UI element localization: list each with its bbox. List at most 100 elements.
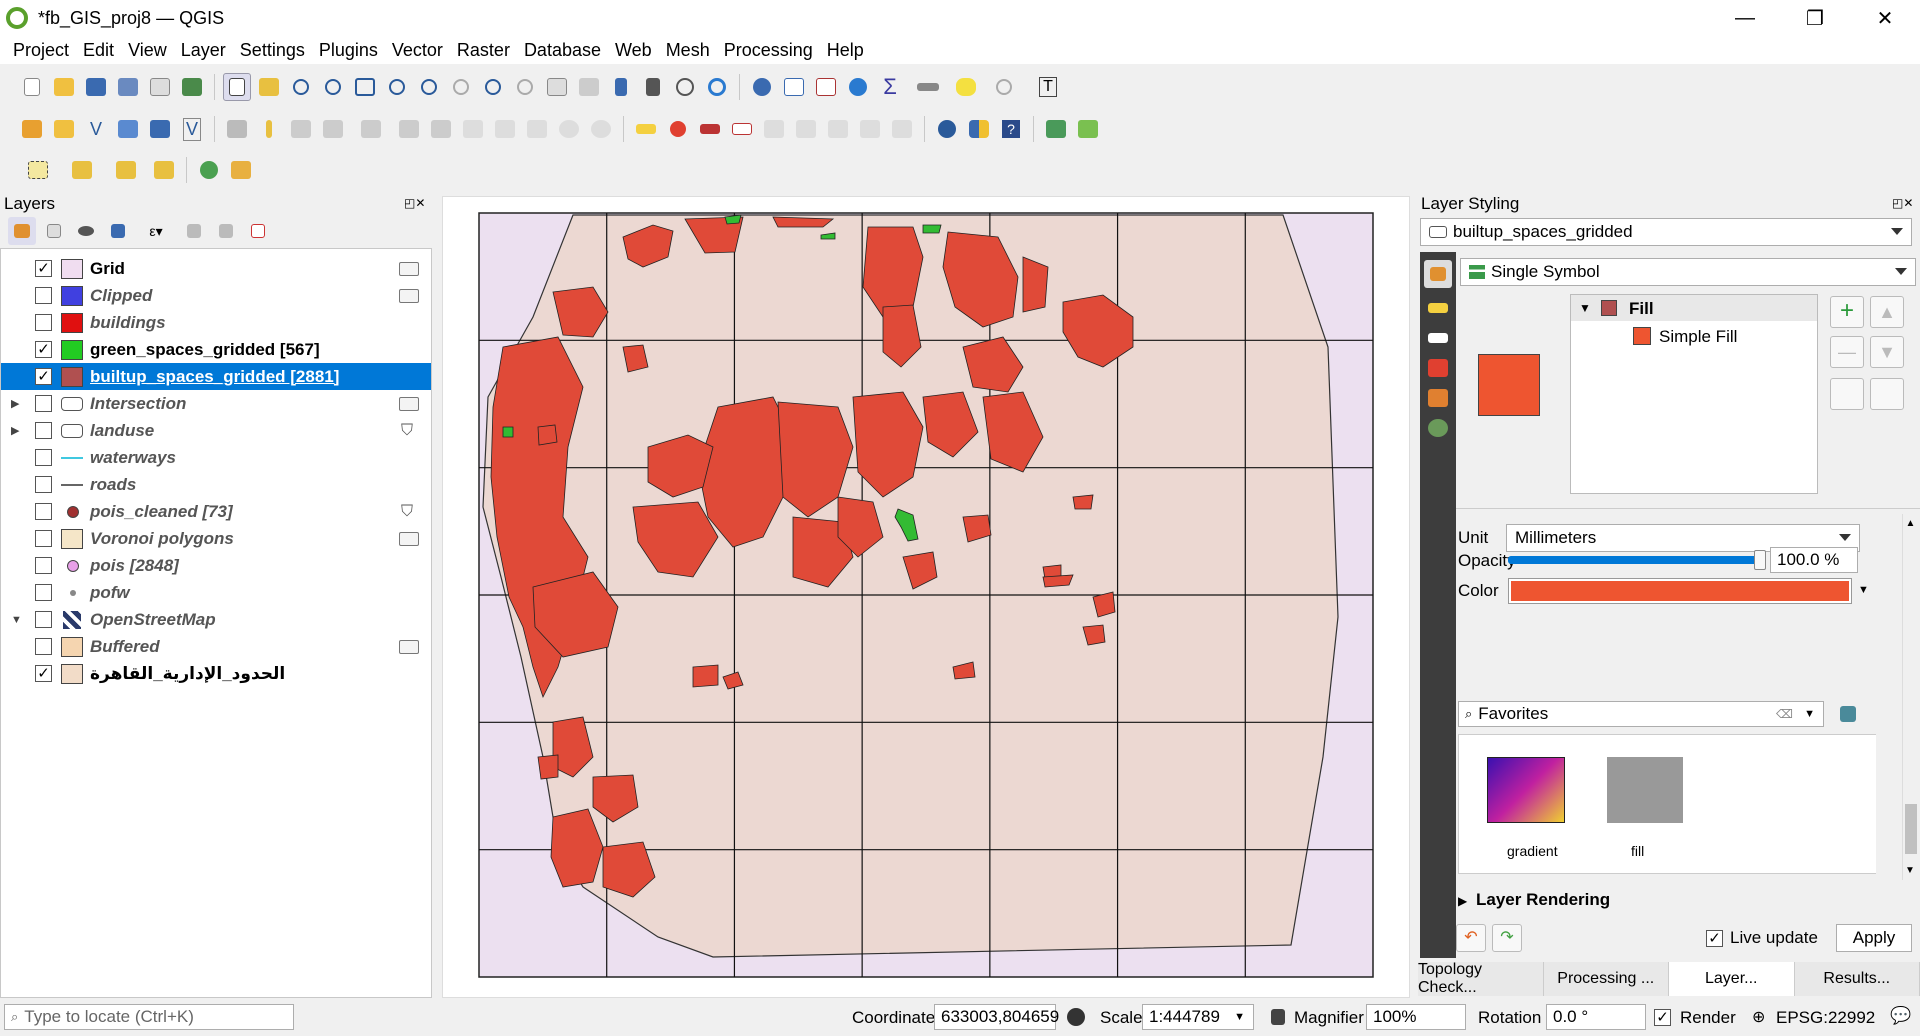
- paste-features-icon[interactable]: [523, 115, 551, 143]
- move-up-icon[interactable]: ▲: [1870, 296, 1904, 328]
- identify-features-icon[interactable]: [748, 73, 776, 101]
- layer-rendering-expand-icon[interactable]: ▶: [1458, 894, 1467, 908]
- refresh-icon[interactable]: [703, 73, 731, 101]
- help-icon[interactable]: ?: [997, 115, 1025, 143]
- style-panel-icon[interactable]: [8, 217, 36, 245]
- lock-scale-icon[interactable]: [1264, 1003, 1292, 1031]
- locator-icon[interactable]: [195, 156, 223, 184]
- topology-checker-icon[interactable]: [1042, 115, 1070, 143]
- layer-item[interactable]: pois_cleaned [73] ⛉: [1, 498, 431, 525]
- layer-item[interactable]: Clipped: [1, 282, 431, 309]
- add-group-icon[interactable]: [40, 217, 68, 245]
- new-shapefile-icon[interactable]: V: [82, 115, 110, 143]
- menu-vector[interactable]: Vector: [392, 40, 443, 61]
- 3d-view-tab-icon[interactable]: [1424, 354, 1452, 382]
- layer-visibility-checkbox[interactable]: [35, 503, 52, 520]
- layer-item[interactable]: pofw: [1, 579, 431, 606]
- diagram-icon[interactable]: [664, 115, 692, 143]
- layer-visibility-checkbox[interactable]: ✓: [35, 341, 52, 358]
- live-update-checkbox[interactable]: ✓: [1706, 930, 1723, 947]
- layer-item[interactable]: ▼ OpenStreetMap: [1, 606, 431, 633]
- render-checkbox[interactable]: ✓: [1654, 1009, 1671, 1026]
- delete-selected-icon[interactable]: [427, 115, 455, 143]
- save-project-icon[interactable]: [82, 73, 110, 101]
- manage-themes-icon[interactable]: [72, 217, 100, 245]
- labels-tab-icon[interactable]: [1424, 294, 1452, 322]
- redo-style-icon[interactable]: ↷: [1492, 924, 1522, 952]
- expand-arrow-icon[interactable]: ▶: [11, 424, 19, 437]
- move-down-icon[interactable]: ▼: [1870, 336, 1904, 368]
- layer-combo[interactable]: builtup_spaces_gridded: [1420, 218, 1912, 246]
- data-source-manager-icon[interactable]: [18, 115, 46, 143]
- magnifier-spinbox[interactable]: 100%: [1366, 1004, 1466, 1030]
- crs-label[interactable]: EPSG:22992: [1776, 1008, 1875, 1028]
- current-edits-icon[interactable]: [223, 115, 251, 143]
- layer-visibility-checkbox[interactable]: [35, 638, 52, 655]
- expand-arrow-icon[interactable]: ▶: [11, 397, 19, 410]
- add-feature-icon[interactable]: [319, 115, 347, 143]
- vertex-tool-icon[interactable]: [351, 115, 391, 143]
- lock-layer-icon[interactable]: [1870, 378, 1904, 410]
- apply-button[interactable]: Apply: [1836, 924, 1912, 952]
- menu-processing[interactable]: Processing: [724, 40, 813, 61]
- show-bookmarks-icon[interactable]: [639, 73, 667, 101]
- color-dropdown-icon[interactable]: ▼: [1858, 584, 1869, 596]
- undo-style-icon[interactable]: ↶: [1456, 924, 1486, 952]
- tree-simple-fill-label[interactable]: Simple Fill: [1659, 327, 1737, 347]
- remove-symbol-layer-icon[interactable]: —: [1830, 336, 1864, 368]
- tab-topology-checker[interactable]: Topology Check...: [1418, 961, 1544, 996]
- label-icon[interactable]: [632, 115, 660, 143]
- label-props-icon[interactable]: [856, 115, 884, 143]
- embedded-layer-icon[interactable]: [399, 261, 419, 276]
- tree-collapse-icon[interactable]: ▼: [1579, 301, 1591, 315]
- menu-raster[interactable]: Raster: [457, 40, 510, 61]
- scale-combo[interactable]: 1:444789 ▼: [1142, 1004, 1254, 1030]
- color-button[interactable]: [1508, 578, 1852, 604]
- pin-labels-icon[interactable]: [696, 115, 724, 143]
- zoom-next-icon[interactable]: [511, 73, 539, 101]
- layer-visibility-checkbox[interactable]: [35, 557, 52, 574]
- select-features-icon[interactable]: [18, 156, 58, 184]
- layer-item[interactable]: ✓ الحدود_الإدارية_القاهرة: [1, 660, 431, 687]
- filter-icon[interactable]: ⛉: [401, 422, 413, 440]
- layer-visibility-checkbox[interactable]: [35, 530, 52, 547]
- duplicate-layer-icon[interactable]: [1830, 378, 1864, 410]
- renderer-combo[interactable]: Single Symbol: [1460, 258, 1916, 286]
- opacity-slider[interactable]: [1508, 550, 1766, 570]
- zoom-layer-icon[interactable]: [415, 73, 443, 101]
- move-label-icon[interactable]: [760, 115, 788, 143]
- collapse-all-icon[interactable]: [212, 217, 240, 245]
- toggle-editing-icon[interactable]: [255, 115, 283, 143]
- remove-layer-icon[interactable]: [244, 217, 272, 245]
- save-as-icon[interactable]: [114, 73, 142, 101]
- map-tips-icon[interactable]: [952, 73, 980, 101]
- zoom-native-icon[interactable]: [447, 73, 475, 101]
- filter-expression-icon[interactable]: ε▾: [136, 217, 176, 245]
- processing-toolbox-icon[interactable]: [844, 73, 872, 101]
- history-tab-icon[interactable]: [1424, 414, 1452, 442]
- new-virtual-layer-icon[interactable]: V: [178, 115, 206, 143]
- diagrams-tab-icon[interactable]: [1424, 384, 1452, 412]
- layer-item[interactable]: ▶ Intersection: [1, 390, 431, 417]
- text-annotation-icon[interactable]: T: [1028, 73, 1068, 101]
- attribute-table-icon[interactable]: [780, 73, 808, 101]
- layer-visibility-checkbox[interactable]: [35, 611, 52, 628]
- zoom-last-icon[interactable]: [479, 73, 507, 101]
- print-layout-icon[interactable]: [146, 73, 174, 101]
- menu-settings[interactable]: Settings: [240, 40, 305, 61]
- layer-item[interactable]: pois [2848]: [1, 552, 431, 579]
- tab-results[interactable]: Results...: [1794, 962, 1920, 996]
- menu-edit[interactable]: Edit: [83, 40, 114, 61]
- copy-features-icon[interactable]: [491, 115, 519, 143]
- menu-project[interactable]: Project: [13, 40, 69, 61]
- redo-icon[interactable]: [587, 115, 615, 143]
- expand-all-icon[interactable]: [180, 217, 208, 245]
- temporal-controller-icon[interactable]: [671, 73, 699, 101]
- toggle-extents-icon[interactable]: [1062, 1003, 1090, 1031]
- tab-processing[interactable]: Processing ...: [1543, 962, 1669, 996]
- layer-visibility-checkbox[interactable]: ✓: [35, 260, 52, 277]
- locator-input[interactable]: ⌕ Type to locate (Ctrl+K): [4, 1004, 294, 1030]
- pan-map-icon[interactable]: [223, 73, 251, 101]
- new-geopackage-icon[interactable]: [50, 115, 78, 143]
- favorites-dropdown-icon[interactable]: ▼: [1804, 708, 1815, 720]
